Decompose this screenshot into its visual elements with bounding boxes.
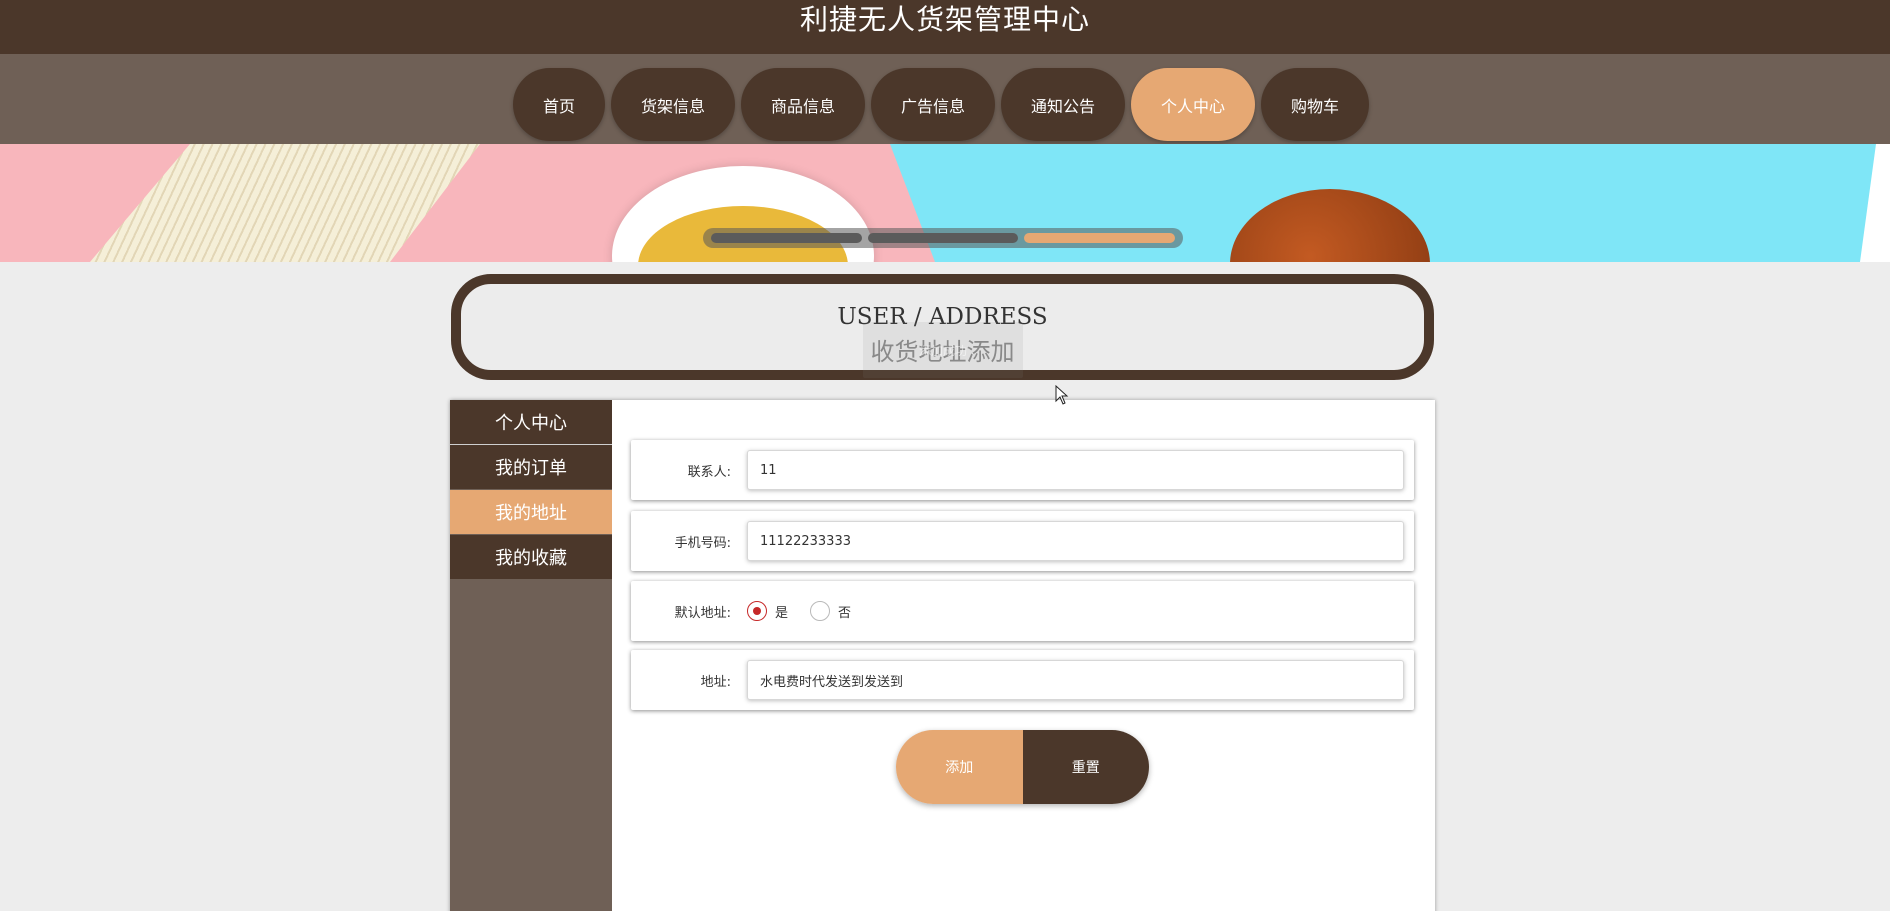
address-label: 地址:: [700, 674, 731, 690]
banner-spoon-image: [1230, 189, 1430, 262]
radio-yes-label: 是: [775, 605, 789, 621]
phone-input[interactable]: [747, 521, 1404, 561]
success-toast: 添加成功: [863, 322, 1023, 378]
default-address-label: 默认地址:: [674, 605, 731, 621]
nav-item-cart[interactable]: 购物车: [1261, 68, 1369, 141]
sidebar-item-my-favorites[interactable]: 我的收藏: [450, 535, 612, 580]
nav-list: 首页 货架信息 商品信息 广告信息 通知公告 个人中心 购物车: [513, 68, 1369, 141]
carousel-indicators: [703, 228, 1183, 248]
add-button[interactable]: 添加: [896, 730, 1023, 804]
nav-item-notices[interactable]: 通知公告: [1001, 68, 1125, 141]
nav-item-home[interactable]: 首页: [513, 68, 605, 141]
sidebar-item-personal-center[interactable]: 个人中心: [450, 400, 612, 445]
sidebar: 个人中心 我的订单 我的地址 我的收藏: [450, 400, 612, 911]
nav-item-ad-info[interactable]: 广告信息: [871, 68, 995, 141]
sidebar-item-my-orders[interactable]: 我的订单: [450, 445, 612, 490]
reset-button[interactable]: 重置: [1022, 730, 1149, 804]
address-input[interactable]: [747, 660, 1404, 700]
radio-default-yes[interactable]: 是: [747, 601, 788, 621]
nav-item-shelf-info[interactable]: 货架信息: [611, 68, 735, 141]
nav-item-product-info[interactable]: 商品信息: [741, 68, 865, 141]
phone-label: 手机号码:: [674, 535, 731, 551]
title-bar: 利捷无人货架管理中心: [0, 0, 1890, 54]
main-nav: 首页 货架信息 商品信息 广告信息 通知公告 个人中心 购物车: [0, 54, 1890, 144]
content-panel: 个人中心 我的订单 我的地址 我的收藏 联系人: 手机号码: 默认地址: 是 否…: [450, 400, 1435, 911]
contact-input[interactable]: [747, 450, 1404, 490]
radio-unchecked-icon: [810, 601, 831, 621]
mouse-cursor-icon: [1055, 385, 1069, 405]
default-address-radio-group: 是 否: [747, 581, 873, 641]
contact-row: 联系人:: [631, 440, 1414, 500]
carousel-dot-1[interactable]: [711, 233, 862, 243]
banner-edge: [1860, 144, 1890, 262]
carousel-dot-3[interactable]: [1024, 233, 1176, 243]
phone-row: 手机号码:: [631, 511, 1414, 571]
radio-no-label: 否: [838, 605, 852, 621]
nav-item-personal-center[interactable]: 个人中心: [1131, 68, 1255, 141]
site-title: 利捷无人货架管理中心: [799, 3, 1090, 36]
sidebar-item-my-address[interactable]: 我的地址: [450, 490, 612, 535]
form-actions: 添加 重置: [896, 730, 1149, 804]
carousel-dot-2[interactable]: [867, 233, 1019, 243]
radio-checked-icon: [747, 601, 767, 621]
contact-label: 联系人:: [687, 464, 731, 480]
default-address-row: 默认地址: 是 否: [631, 581, 1414, 641]
radio-default-no[interactable]: 否: [810, 601, 851, 621]
address-row: 地址:: [631, 650, 1414, 710]
